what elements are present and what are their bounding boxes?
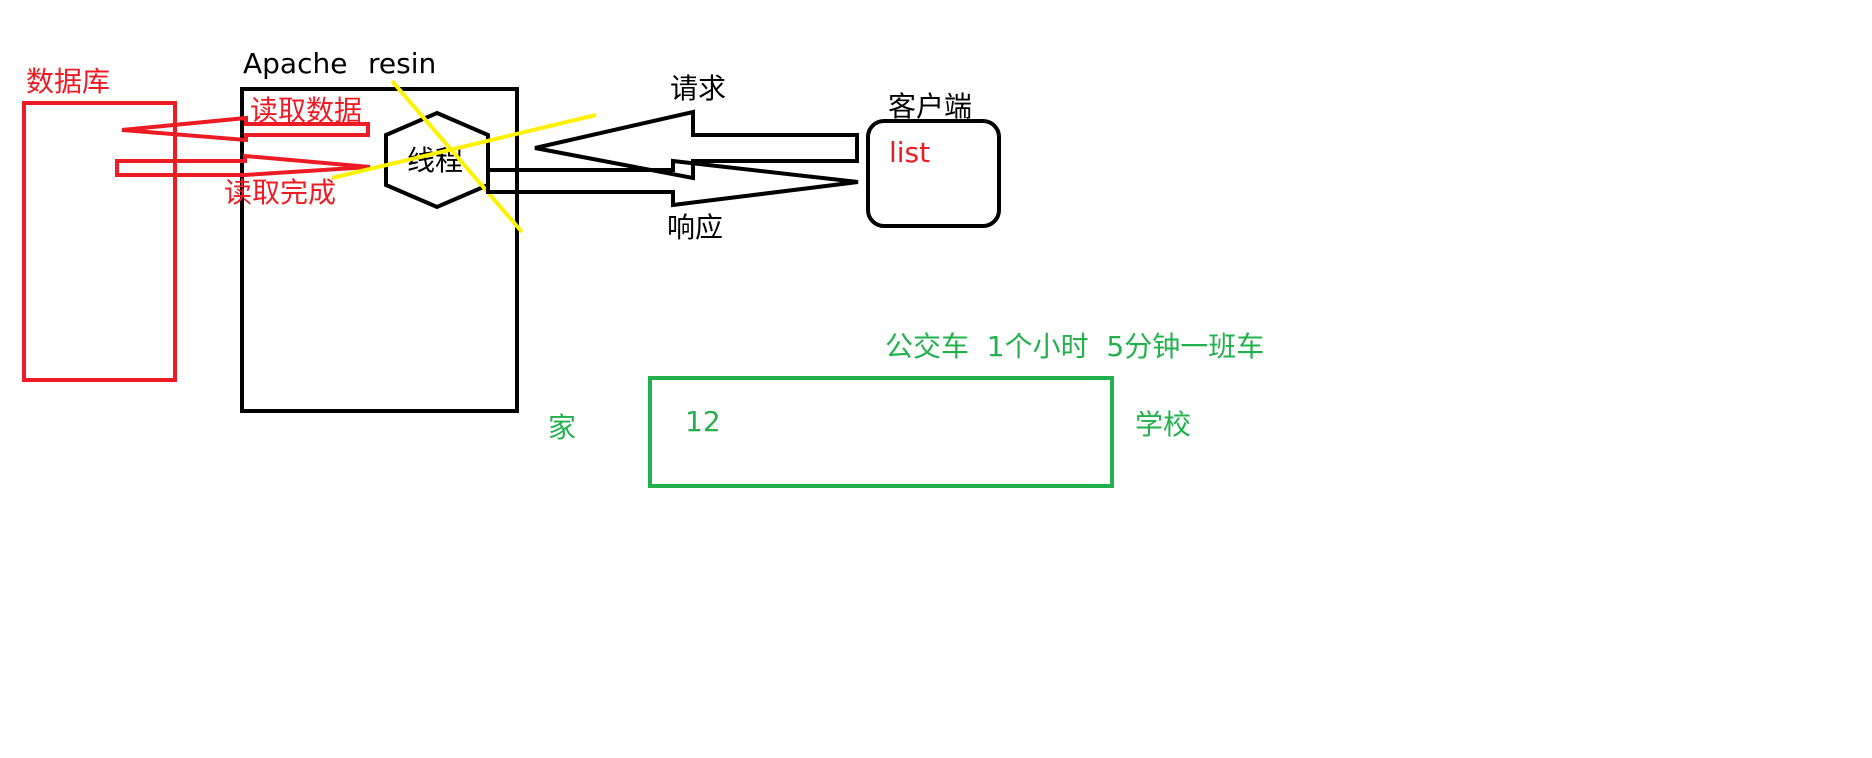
bus-note: 公交车 1个小时 5分钟一班车 — [885, 330, 1264, 363]
client-box — [866, 119, 1001, 228]
client-label: 客户端 — [888, 90, 972, 123]
read-done-label: 读取完成 — [224, 176, 336, 209]
school-label: 学校 — [1135, 408, 1191, 441]
read-data-label: 读取数据 — [250, 94, 362, 127]
home-label: 家 — [548, 411, 576, 444]
server-box — [240, 87, 519, 413]
resin-label: resin — [368, 47, 436, 80]
client-list-text: list — [889, 136, 930, 169]
diagram-canvas: 数据库 Apache resin 读取数据 读取完成 线程 请求 响应 客户端 … — [22, 47, 1264, 488]
bus-count-text: 12 — [685, 405, 721, 438]
request-label: 请求 — [670, 72, 726, 105]
database-label: 数据库 — [26, 65, 110, 98]
response-label: 响应 — [667, 211, 723, 244]
apache-label: Apache — [243, 47, 347, 80]
database-box — [22, 101, 177, 382]
response-arrow — [486, 158, 859, 208]
